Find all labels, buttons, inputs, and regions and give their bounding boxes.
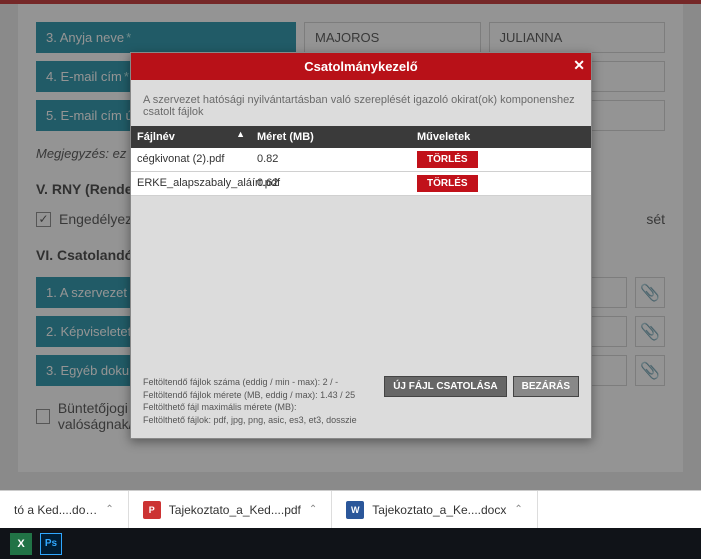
chevron-up-icon: ⌃ [514,504,522,515]
footer-line: Feltölthető fájlok: pdf, jpg, png, asic,… [143,414,579,427]
download-item[interactable]: tó a Ked....do…⌃ [0,491,129,528]
chevron-up-icon: ⌃ [105,504,113,515]
file-name: cégkivonat (2).pdf [131,148,251,171]
modal-close-icon[interactable]: ✕ [573,57,585,74]
excel-icon[interactable]: X [10,533,32,555]
download-item[interactable]: P Tajekoztato_a_Ked....pdf⌃ [129,491,332,528]
modal-subtitle: A szervezet hatósági nyilvántartásban va… [131,80,591,126]
downloads-bar: tó a Ked....do…⌃ P Tajekoztato_a_Ked....… [0,490,701,528]
new-file-button[interactable]: ÚJ FÁJL CSATOLÁSA [384,376,506,397]
file-size: 0.82 [251,148,411,171]
modal-title: Csatolmánykezelő ✕ [131,53,591,80]
attachment-modal: Csatolmánykezelő ✕ A szervezet hatósági … [130,52,592,439]
footer-line: Feltölthető fájl maximális mérete (MB): [143,401,579,414]
chevron-up-icon: ⌃ [309,504,317,515]
taskbar: X Ps [0,528,701,559]
pdf-icon: P [143,501,161,519]
word-icon: W [346,501,364,519]
col-actions: Műveletek [411,126,591,148]
sort-asc-icon: ▲ [236,129,245,139]
file-name: ERKE_alapszabaly_aláírt.pdf [131,172,251,195]
table-row: cégkivonat (2).pdf 0.82 TÖRLÉS [131,148,591,172]
download-item[interactable]: W Tajekoztato_a_Ke....docx⌃ [332,491,537,528]
col-size[interactable]: Méret (MB) [251,126,411,148]
delete-button[interactable]: TÖRLÉS [417,151,478,168]
photoshop-icon[interactable]: Ps [40,533,62,555]
close-button[interactable]: BEZÁRÁS [513,376,579,397]
table-row: ERKE_alapszabaly_aláírt.pdf 0.62 TÖRLÉS [131,172,591,196]
delete-button[interactable]: TÖRLÉS [417,175,478,192]
col-filename[interactable]: Fájlnév▲ [131,126,251,148]
